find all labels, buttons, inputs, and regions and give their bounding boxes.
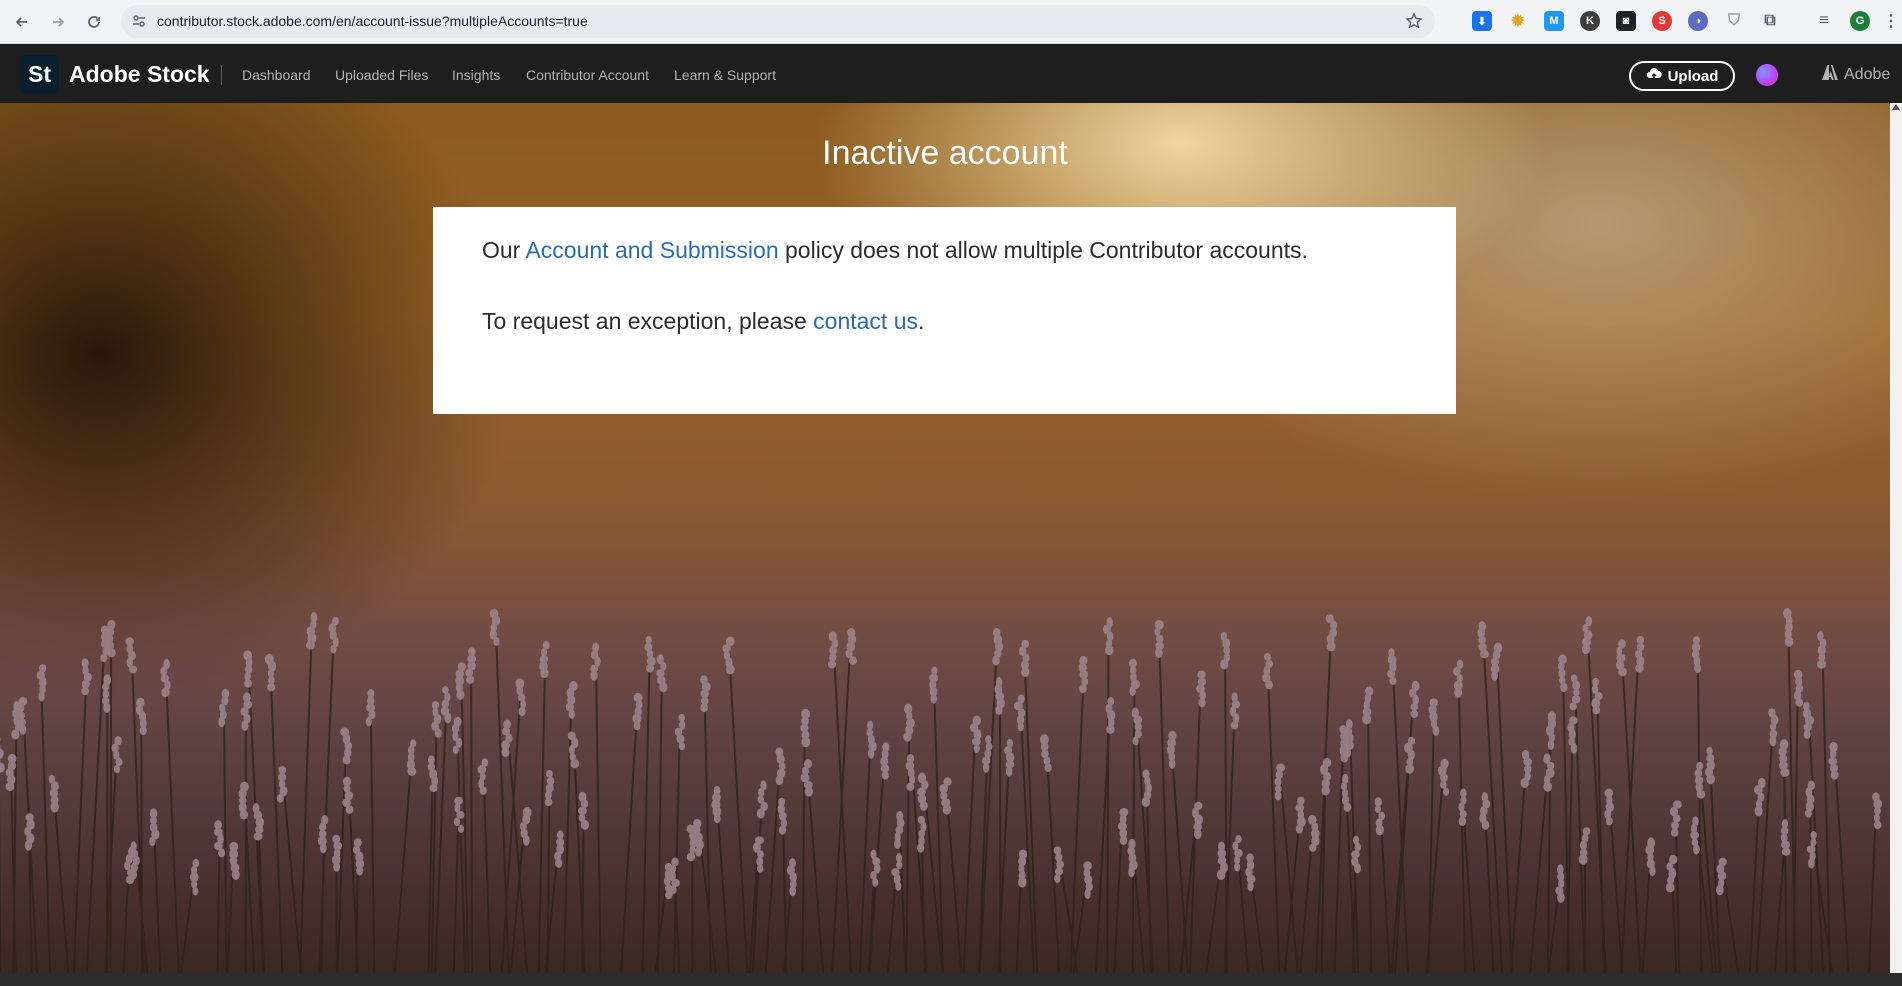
nav-learn-support[interactable]: Learn & Support: [674, 67, 776, 83]
message-card: Our Account and Submission policy does n…: [433, 207, 1456, 414]
browser-menu-icon[interactable]: ⋮: [1883, 11, 1899, 31]
policy-message: Our Account and Submission policy does n…: [482, 237, 1308, 264]
page-scrollbar[interactable]: [1890, 103, 1902, 973]
page-title: Inactive account: [822, 134, 1068, 172]
scroll-up-arrow-icon[interactable]: [1892, 104, 1900, 110]
adobe-link[interactable]: Adobe: [1822, 65, 1890, 85]
header-divider: [221, 65, 222, 85]
exception-text-prefix: To request an exception, please: [482, 308, 814, 334]
back-icon[interactable]: [8, 8, 36, 36]
cloud-upload-icon: [1646, 67, 1662, 85]
tab-search-icon[interactable]: ≡: [1814, 11, 1834, 31]
download-extension-icon[interactable]: ⬇: [1472, 11, 1492, 31]
k-extension-icon[interactable]: K: [1580, 11, 1600, 31]
upload-label: Upload: [1667, 67, 1719, 85]
reload-icon[interactable]: [80, 8, 108, 36]
adobe-stock-logo[interactable]: St: [20, 55, 59, 94]
account-submission-link[interactable]: Account and Submission: [525, 237, 778, 263]
url-text: contributor.stock.adobe.com/en/account-i…: [157, 13, 588, 29]
nav-uploaded-files[interactable]: Uploaded Files: [335, 67, 428, 83]
m-extension-icon[interactable]: M: [1544, 11, 1564, 31]
nav-contributor-account[interactable]: Contributor Account: [526, 67, 649, 83]
adobe-label: Adobe: [1844, 66, 1891, 83]
camera-extension-icon[interactable]: ◙: [1616, 11, 1636, 31]
brand-name[interactable]: Adobe Stock: [69, 61, 210, 88]
address-bar[interactable]: contributor.stock.adobe.com/en/account-i…: [121, 5, 1435, 38]
lavender-field-image: [0, 573, 1890, 973]
site-info-icon[interactable]: [131, 13, 147, 34]
policy-text-suffix: policy does not allow multiple Contribut…: [778, 237, 1308, 263]
nav-dashboard[interactable]: Dashboard: [242, 67, 311, 83]
gear-extension-icon[interactable]: ✹: [1508, 11, 1528, 31]
s-extension-icon[interactable]: S: [1652, 11, 1672, 31]
globe-extension-icon[interactable]: ◑: [1688, 11, 1708, 31]
upload-button[interactable]: Upload: [1629, 61, 1735, 91]
app-header: St Adobe Stock Dashboard Uploaded Files …: [0, 44, 1902, 103]
nav-insights[interactable]: Insights: [452, 67, 500, 83]
bottom-strip: [0, 973, 1902, 986]
bookmark-star-icon[interactable]: [1405, 12, 1423, 35]
adobe-logo-icon: [1822, 65, 1838, 85]
user-avatar[interactable]: [1756, 64, 1778, 86]
extensions-puzzle-icon[interactable]: ⧉: [1760, 11, 1780, 31]
browser-toolbar: contributor.stock.adobe.com/en/account-i…: [0, 0, 1902, 44]
forward-icon[interactable]: [44, 8, 72, 36]
exception-text-suffix: .: [918, 308, 925, 334]
policy-text-prefix: Our: [482, 237, 526, 263]
profile-avatar[interactable]: G: [1850, 11, 1870, 31]
exception-message: To request an exception, please contact …: [482, 308, 924, 335]
contact-us-link[interactable]: contact us: [813, 308, 918, 334]
shield-extension-icon[interactable]: ⛉: [1724, 11, 1744, 31]
